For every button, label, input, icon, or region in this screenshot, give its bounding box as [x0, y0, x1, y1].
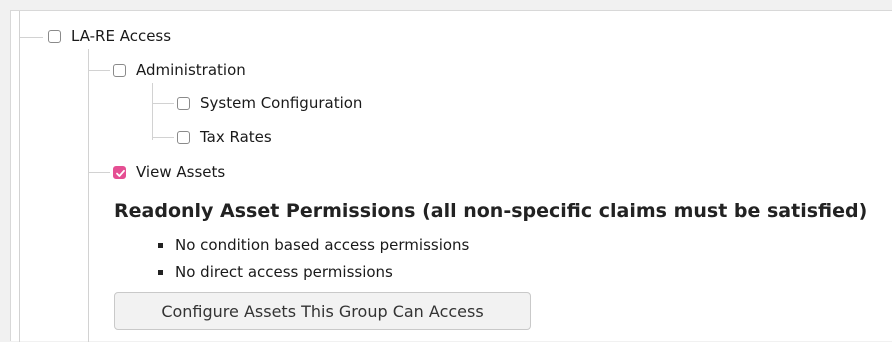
- tree-line-root: [19, 11, 20, 342]
- view-assets-label: View Assets: [136, 163, 226, 181]
- administration-checkbox[interactable]: [113, 63, 126, 77]
- tree-node-la-re-access: LA-RE Access: [48, 27, 171, 45]
- readonly-permissions-heading: Readonly Asset Permissions (all non-spec…: [114, 200, 868, 222]
- administration-label: Administration: [136, 61, 246, 79]
- tree-node-administration: Administration: [113, 61, 246, 79]
- permissions-list: No condition based access permissions No…: [158, 236, 469, 290]
- tree-line-view-assets-branch: [88, 172, 110, 173]
- tax-rates-label: Tax Rates: [200, 128, 272, 146]
- la-re-access-label: LA-RE Access: [71, 27, 172, 45]
- list-item-text: No condition based access permissions: [175, 236, 470, 254]
- list-item-text: No direct access permissions: [175, 263, 393, 281]
- system-configuration-label: System Configuration: [200, 94, 363, 112]
- checkmark-icon: [116, 169, 125, 177]
- tree-node-system-configuration: System Configuration: [177, 94, 362, 112]
- la-re-access-checkbox[interactable]: [48, 29, 61, 43]
- view-assets-checkbox[interactable]: [113, 165, 126, 179]
- list-item: No direct access permissions: [158, 263, 469, 290]
- tree-line-level2: [152, 83, 153, 140]
- bullet-icon: [158, 270, 163, 275]
- bullet-icon: [158, 243, 163, 248]
- tree-line-system-configuration-branch: [152, 103, 174, 104]
- tree-line-tax-rates-branch: [152, 137, 174, 138]
- list-item: No condition based access permissions: [158, 236, 469, 263]
- configure-assets-button[interactable]: Configure Assets This Group Can Access: [114, 292, 531, 330]
- system-configuration-checkbox[interactable]: [177, 96, 190, 110]
- tree-line-level1: [88, 49, 89, 342]
- tree-node-view-assets: View Assets: [113, 163, 225, 181]
- tree-node-tax-rates: Tax Rates: [177, 128, 272, 146]
- tax-rates-checkbox[interactable]: [177, 130, 190, 144]
- tree-line-root-branch: [19, 37, 43, 38]
- tree-line-administration-branch: [88, 70, 110, 71]
